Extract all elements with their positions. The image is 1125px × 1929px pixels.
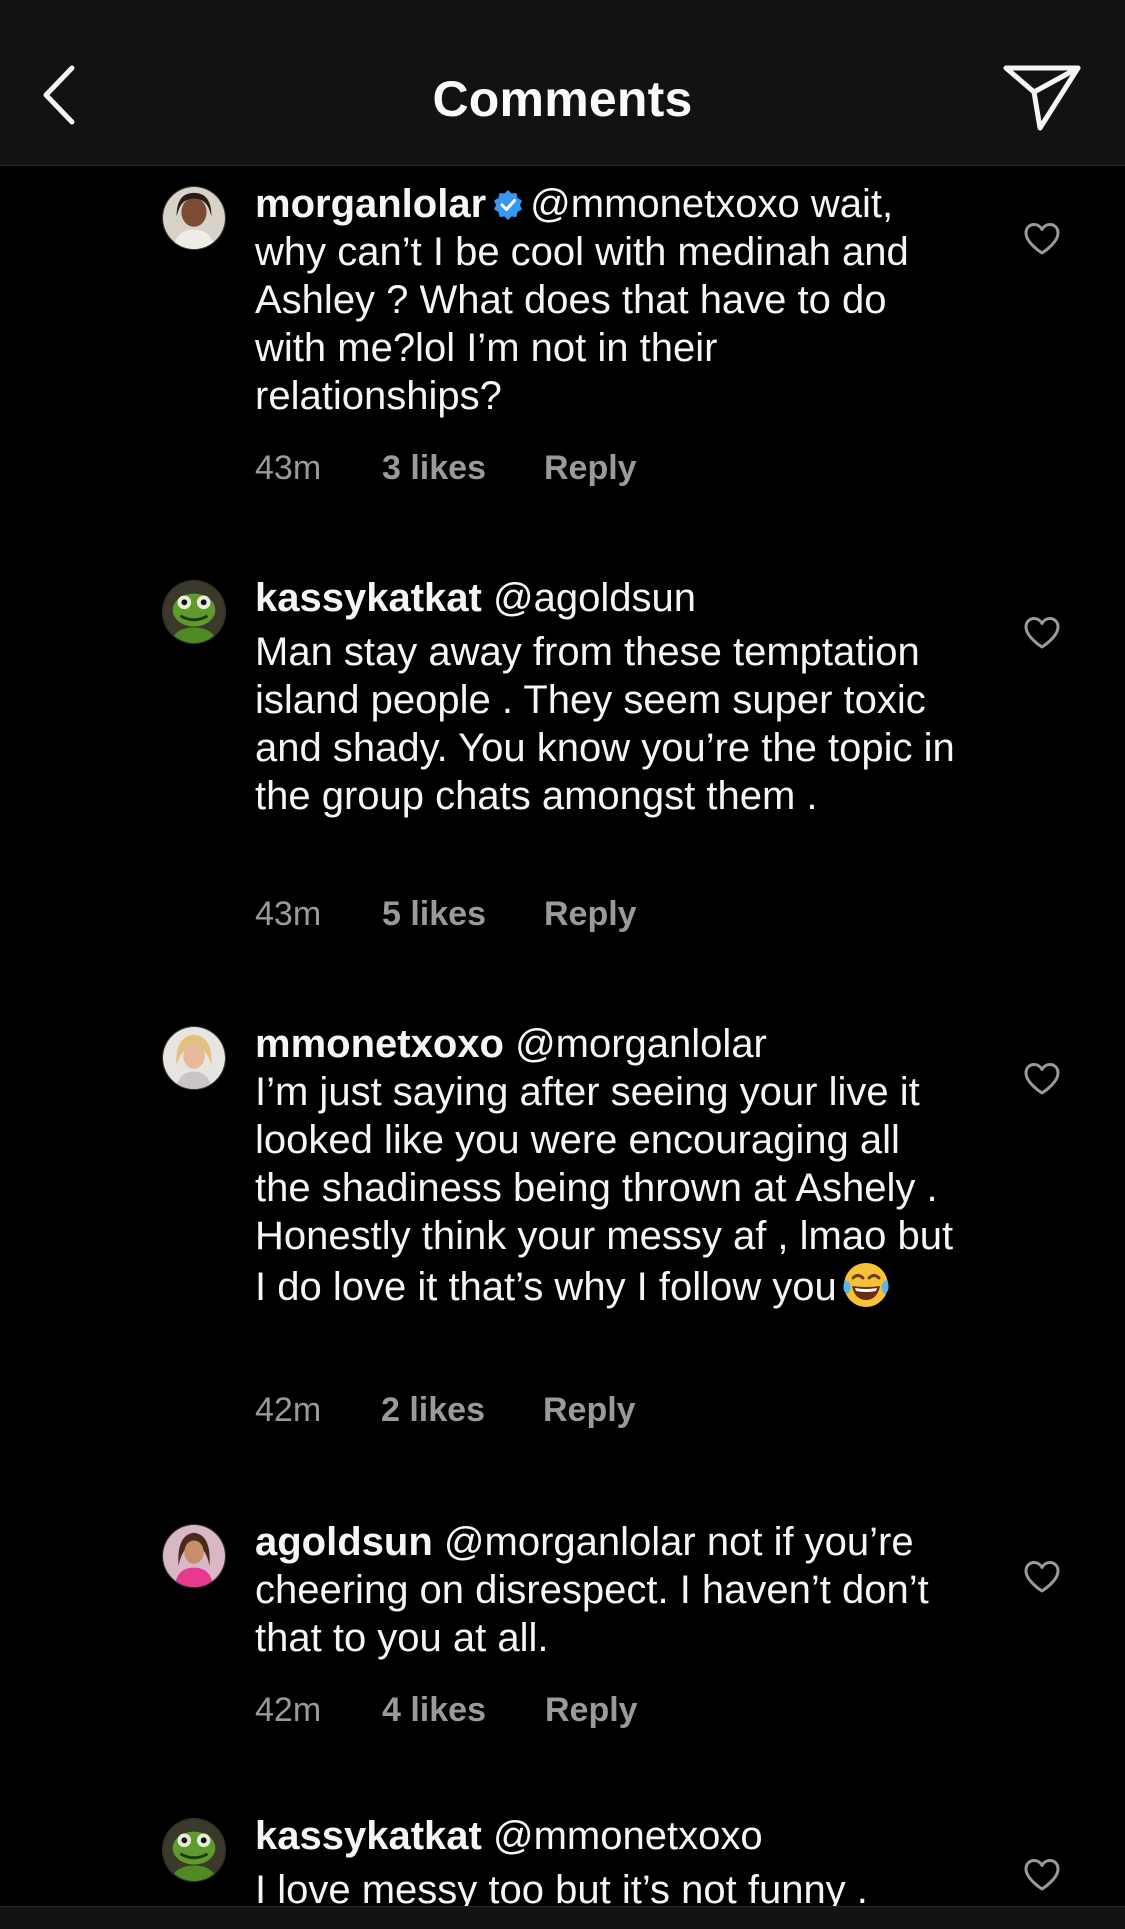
avatar[interactable]	[162, 1524, 226, 1588]
comment-text: kassykatkat @mmonetxoxo I love messy too…	[255, 1812, 955, 1906]
avatar[interactable]	[162, 1026, 226, 1090]
page-title: Comments	[432, 71, 693, 127]
comment-timestamp: 42m	[255, 1391, 322, 1429]
heart-outline-icon[interactable]	[1023, 616, 1061, 650]
heart-outline-icon[interactable]	[1023, 1062, 1061, 1096]
reply-button[interactable]: Reply	[545, 1690, 638, 1730]
avatar[interactable]	[162, 186, 226, 250]
verified-badge-icon	[494, 190, 523, 220]
comment-timestamp: 43m	[255, 895, 322, 933]
likes-count[interactable]: 4 likes	[382, 1690, 486, 1730]
comment-timestamp: 43m	[255, 449, 322, 487]
heart-outline-icon[interactable]	[1023, 1560, 1061, 1594]
comment-text: kassykatkat @agoldsun Man stay away from…	[255, 574, 955, 820]
heart-outline-icon[interactable]	[1023, 1858, 1061, 1892]
comment-message: Man stay away from these temptation isla…	[255, 630, 955, 818]
comment-mention[interactable]: @mmonetxoxo	[493, 1814, 763, 1858]
comment-mention[interactable]: @morganlolar	[515, 1022, 767, 1066]
comments-list[interactable]: morganlolar @mmonetxoxo wait, why can’t …	[0, 166, 1125, 1906]
comment-mention[interactable]: @agoldsun	[493, 576, 696, 620]
bottom-edge	[0, 1906, 1125, 1929]
comment-mention[interactable]: @mmonetxoxo	[530, 182, 800, 226]
heart-outline-icon[interactable]	[1023, 222, 1061, 256]
likes-count[interactable]: 3 likes	[382, 448, 486, 488]
reply-button[interactable]: Reply	[543, 1390, 636, 1430]
likes-count[interactable]: 2 likes	[381, 1390, 485, 1430]
comment-mention[interactable]: @morganlolar	[444, 1520, 696, 1564]
comment-username[interactable]: agoldsun	[255, 1520, 433, 1564]
comment-text: mmonetxoxo @morganlolar I’m just saying …	[255, 1020, 955, 1311]
tears-of-joy-emoji-icon	[843, 1263, 889, 1307]
top-bar: Comments	[0, 0, 1125, 166]
likes-count[interactable]: 5 likes	[382, 894, 486, 934]
reply-button[interactable]: Reply	[544, 894, 637, 934]
avatar[interactable]	[162, 1818, 226, 1882]
reply-button[interactable]: Reply	[544, 448, 637, 488]
comment-username[interactable]: morganlolar	[255, 182, 486, 226]
comment-username[interactable]: kassykatkat	[255, 1814, 482, 1858]
avatar[interactable]	[162, 580, 226, 644]
comment-text: agoldsun @morganlolar not if you’re chee…	[255, 1518, 955, 1662]
comment-text: morganlolar @mmonetxoxo wait, why can’t …	[255, 180, 955, 420]
comment-username[interactable]: mmonetxoxo	[255, 1022, 504, 1066]
comment-message: I love messy too but it’s not funny .	[255, 1868, 868, 1906]
comment-timestamp: 42m	[255, 1691, 322, 1729]
send-icon[interactable]	[1000, 60, 1084, 132]
comment-username[interactable]: kassykatkat	[255, 576, 482, 620]
